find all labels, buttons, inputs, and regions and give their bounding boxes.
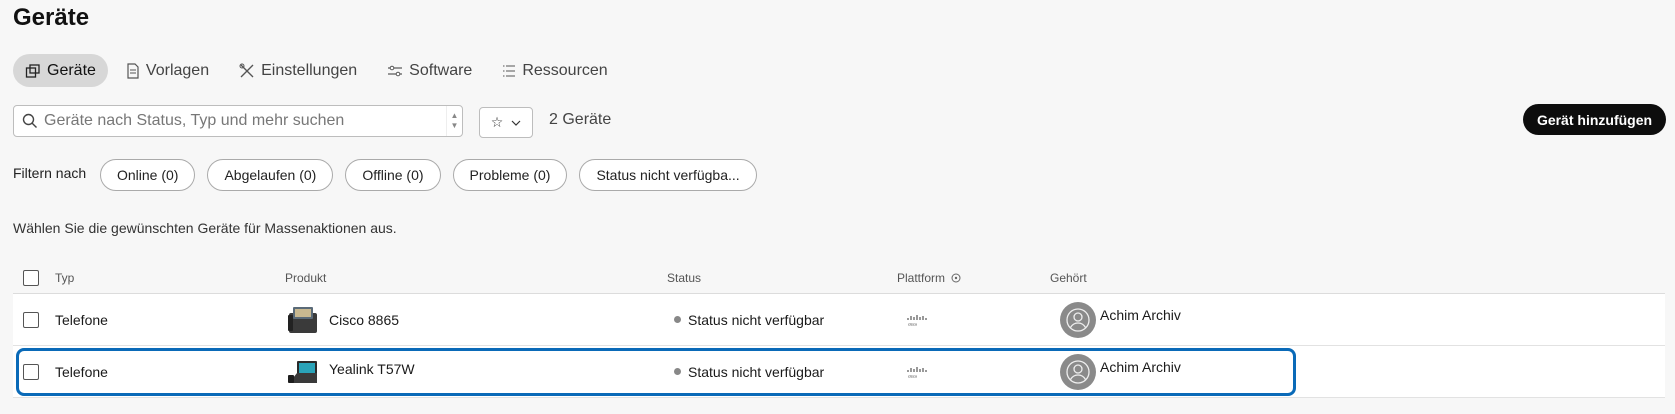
cisco-logo-text: cisco [908, 321, 918, 326]
filter-chip-online[interactable]: Online (0) [100, 159, 196, 191]
row-platform: cisco [906, 294, 928, 345]
row-type: Telefone [55, 311, 108, 328]
chevron-down-icon[interactable]: ▼ [451, 121, 459, 131]
row-status: Status nicht verfügbar [674, 294, 824, 345]
header-product[interactable]: Produkt [285, 262, 326, 293]
list-icon [503, 65, 516, 76]
header-type[interactable]: Typ [55, 262, 74, 293]
filter-chip-expired[interactable]: Abgelaufen (0) [207, 159, 334, 191]
sliders-icon [388, 65, 403, 76]
cisco-logo-icon: cisco [907, 366, 927, 378]
star-icon: ☆ [490, 114, 504, 130]
devices-icon [25, 63, 40, 78]
page-title: Geräte [13, 4, 90, 31]
search-box[interactable]: ▲▼ [13, 105, 463, 137]
table-row[interactable]: Telefone Yealink T57W Status nicht verfü… [13, 346, 1665, 398]
document-icon [127, 62, 139, 79]
row-owner[interactable]: Achim Archiv [1060, 346, 1181, 397]
tab-label: Vorlagen [145, 61, 210, 79]
info-icon[interactable] [951, 273, 961, 283]
header-platform[interactable]: Plattform [897, 262, 961, 293]
row-product-label: Yealink T57W [329, 360, 415, 377]
tools-icon [239, 63, 254, 77]
tab-einstellungen[interactable]: Einstellungen [227, 54, 369, 87]
chevron-up-icon[interactable]: ▲ [451, 111, 459, 121]
row-status-label: Status nicht verfügbar [688, 363, 825, 380]
header-owner[interactable]: Gehört [1050, 262, 1087, 293]
row-product: Cisco 8865 [287, 294, 399, 345]
tab-label: Geräte [47, 61, 96, 79]
cisco-logo-icon: cisco [907, 314, 927, 326]
tab-geraete[interactable]: Geräte [13, 54, 108, 87]
add-device-button[interactable]: Gerät hinzufügen [1523, 104, 1666, 135]
search-input[interactable] [44, 112, 446, 130]
tab-label: Ressourcen [522, 61, 608, 79]
desk-phone-icon [288, 306, 317, 333]
tab-ressourcen[interactable]: Ressourcen [490, 54, 619, 87]
desk-phone-icon [288, 360, 317, 383]
tab-label: Einstellungen [261, 61, 358, 79]
avatar [1060, 301, 1096, 338]
row-platform: cisco [906, 346, 928, 397]
bulk-action-hint: Wählen Sie die gewünschten Geräte für Ma… [13, 220, 397, 236]
tab-vorlagen[interactable]: Vorlagen [114, 54, 221, 87]
favorites-dropdown[interactable]: ☆ [479, 107, 533, 138]
filter-chip-offline[interactable]: Offline (0) [345, 159, 441, 191]
tab-software[interactable]: Software [375, 54, 484, 87]
row-checkbox[interactable] [23, 363, 39, 380]
header-platform-label: Plattform [897, 270, 946, 285]
filter-label: Filtern nach [13, 165, 87, 181]
devices-table: Typ Produkt Status Plattform Gehört Tele… [13, 262, 1665, 398]
row-product-label: Cisco 8865 [329, 311, 400, 328]
status-dot [674, 316, 681, 323]
cisco-logo-text: cisco [908, 373, 918, 378]
row-type: Telefone [55, 363, 108, 380]
row-status: Status nicht verfügbar [674, 346, 824, 397]
row-checkbox[interactable] [23, 311, 39, 328]
tab-bar: Geräte Vorlagen Einstellungen Software R… [13, 54, 626, 87]
avatar [1060, 353, 1096, 390]
filter-chip-problems[interactable]: Probleme (0) [452, 159, 568, 191]
row-product: Yealink T57W [287, 346, 415, 397]
table-row[interactable]: Telefone Cisco 8865 Status nicht verfügb… [13, 294, 1665, 346]
row-status-label: Status nicht verfügbar [688, 311, 825, 328]
filter-chip-status-unavailable[interactable]: Status nicht verfügba... [579, 159, 757, 191]
row-owner-label: Achim Archiv [1100, 306, 1181, 323]
table-header: Typ Produkt Status Plattform Gehört [13, 262, 1665, 294]
user-icon [1066, 307, 1090, 332]
header-status[interactable]: Status [667, 262, 701, 293]
row-owner-label: Achim Archiv [1100, 358, 1181, 375]
row-owner[interactable]: Achim Archiv [1060, 294, 1181, 345]
chevron-down-icon [511, 120, 521, 126]
search-spinner[interactable]: ▲ ▼ [446, 106, 462, 136]
user-icon [1066, 359, 1090, 384]
search-icon [22, 113, 37, 128]
filter-chips: Online (0) Abgelaufen (0) Offline (0) Pr… [100, 159, 757, 191]
select-all-checkbox[interactable] [23, 269, 39, 286]
tab-label: Software [409, 61, 473, 79]
status-dot [674, 368, 681, 375]
device-count: 2 Geräte [549, 111, 612, 128]
